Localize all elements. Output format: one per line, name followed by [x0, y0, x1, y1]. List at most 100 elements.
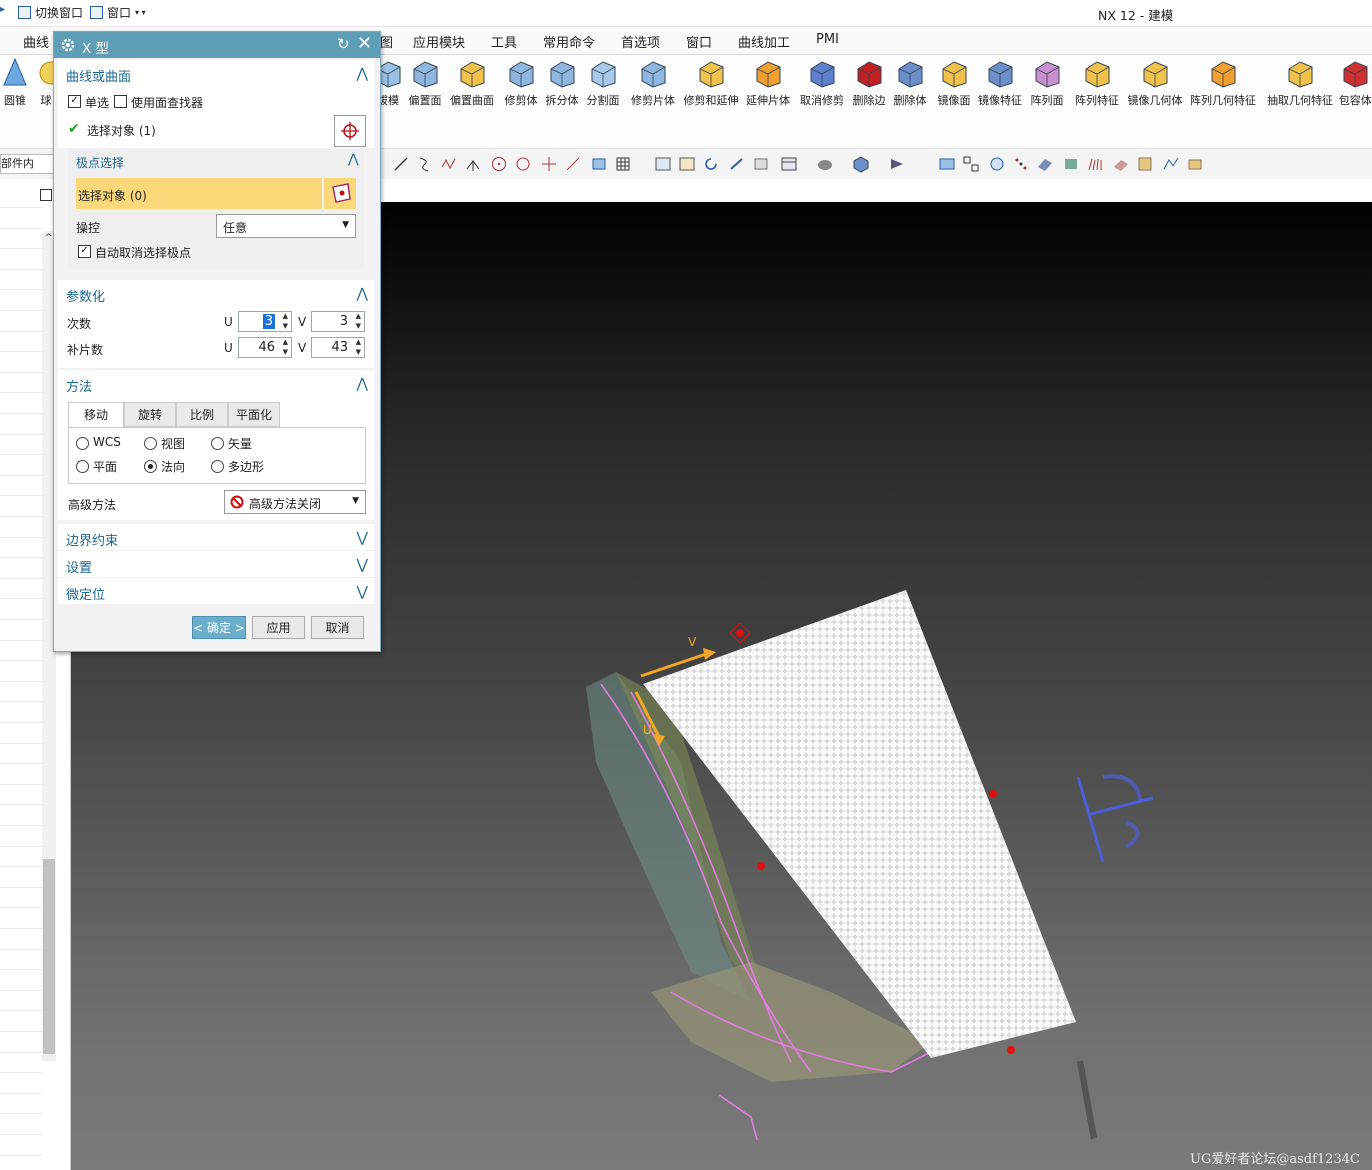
tab-rotate[interactable]: 旋转	[124, 402, 176, 427]
scroll-up-icon[interactable]: ^	[45, 233, 53, 243]
spline-icon[interactable]	[440, 155, 458, 173]
plus-point-icon[interactable]	[540, 155, 558, 173]
menu-item-app-modules[interactable]: 应用模块	[413, 32, 465, 51]
spinner-arrows-icon[interactable]: ▲ ▼	[283, 337, 288, 357]
layout-icon[interactable]	[962, 155, 980, 173]
menu-item-preferences[interactable]: 首选项	[621, 32, 660, 51]
surface-analysis-icon[interactable]	[1036, 155, 1054, 173]
arc-icon[interactable]	[416, 155, 434, 173]
cone-button[interactable]: 圆锥	[2, 57, 28, 108]
tab-scale[interactable]: 比例	[176, 402, 228, 427]
menu-item-curve-machining[interactable]: 曲线加工	[738, 32, 790, 51]
manipulator-rotate-ring[interactable]	[1124, 820, 1140, 849]
surface-icon[interactable]	[590, 155, 608, 173]
menu-item-tools[interactable]: 工具	[491, 32, 517, 51]
maximize-icon[interactable]	[40, 189, 52, 201]
section-fine-positioning-header[interactable]: 微定位 ⋁	[58, 578, 374, 604]
rotate-icon[interactable]	[702, 155, 720, 173]
bounding-body-button[interactable]: 包容体	[1339, 57, 1372, 108]
perspective-icon[interactable]	[752, 155, 770, 173]
collapse-chevron-icon[interactable]: ⋀	[357, 286, 368, 302]
degree-v-spinner[interactable]: 3 ▲ ▼	[311, 311, 365, 332]
close-icon[interactable]: ✕	[357, 33, 372, 54]
mirror-geometry-button[interactable]: 镜像几何体	[1126, 57, 1185, 108]
navigator-scroll-thumb[interactable]	[43, 859, 55, 1054]
manipulator-axis[interactable]	[1076, 776, 1105, 863]
select-object-button[interactable]	[334, 115, 366, 147]
spinner-arrows-icon[interactable]: ▲ ▼	[356, 311, 361, 331]
reset-icon[interactable]: ↻	[337, 35, 350, 53]
section-boundary-constraints-header[interactable]: 边界约束 ⋁	[58, 524, 374, 550]
manipulator-axis[interactable]	[1090, 796, 1154, 816]
mirror-face-button[interactable]: 镜像面	[936, 57, 973, 108]
window-menu-button[interactable]: 窗口 ▾ ▾	[90, 4, 146, 21]
measure-icon[interactable]	[1186, 155, 1204, 173]
auto-deselect-checkbox[interactable]: ✓	[78, 245, 91, 258]
select-pole-button[interactable]	[324, 178, 356, 209]
edge-display-icon[interactable]	[816, 155, 834, 173]
quick-access-arrow[interactable]: ▸	[0, 4, 5, 15]
offset-face-button[interactable]: 偏置面	[407, 57, 444, 108]
menu-item-curve[interactable]: 曲线	[23, 32, 49, 51]
select-pole-row[interactable]: 选择对象 (0)	[76, 178, 322, 209]
untrim-button[interactable]: 取消修剪	[798, 57, 846, 108]
visibility-icon[interactable]	[888, 155, 906, 173]
ok-button[interactable]: < 确定 >	[192, 616, 246, 639]
zebra-icon[interactable]	[1062, 155, 1080, 173]
switch-window-button[interactable]: 切换窗口	[18, 4, 83, 21]
spinner-arrows-icon[interactable]: ▲ ▼	[356, 337, 361, 357]
tab-planarize[interactable]: 平面化	[228, 402, 280, 427]
comb-icon[interactable]	[1086, 155, 1104, 173]
render-style-icon[interactable]	[780, 155, 798, 173]
sphere-button[interactable]: 球	[38, 57, 54, 108]
collapse-chevron-icon[interactable]: ⋀	[357, 66, 368, 82]
section-icon[interactable]	[1136, 155, 1154, 173]
patches-u-spinner[interactable]: 46 ▲ ▼	[238, 337, 292, 358]
select-object-label[interactable]: 选择对象 (1)	[87, 122, 156, 139]
radio-plane[interactable]	[76, 460, 89, 473]
manipulate-dropdown[interactable]: 任意 ▼	[216, 214, 356, 238]
fit-view-icon[interactable]	[654, 155, 672, 173]
trim-body-button[interactable]: 修剪体	[503, 57, 540, 108]
pattern-geometry-button[interactable]: 阵列几何特征	[1188, 57, 1258, 108]
extract-geometry-button[interactable]: 抽取几何特征	[1265, 57, 1335, 108]
radio-vector[interactable]	[211, 437, 224, 450]
dialog-title-bar[interactable]: X 型 ↻ ✕	[54, 32, 380, 58]
menu-item-pmi[interactable]: PMI	[816, 32, 839, 47]
offset-surface-button[interactable]: 偏置曲面	[448, 57, 496, 108]
section-settings-header[interactable]: 设置 ⋁	[58, 551, 374, 577]
pole-handle[interactable]	[757, 862, 765, 870]
section-method-header[interactable]: 方法 ⋀	[58, 370, 374, 396]
menu-item-view[interactable]: 图	[380, 32, 393, 51]
snap-icon[interactable]	[988, 155, 1006, 173]
apply-button[interactable]: 应用	[252, 616, 305, 639]
radio-polygon[interactable]	[211, 460, 224, 473]
circle-point-icon[interactable]	[514, 155, 532, 173]
degree-u-spinner[interactable]: 3 ▲ ▼	[238, 311, 292, 332]
collapse-chevron-icon[interactable]: ⋀	[357, 376, 368, 392]
cancel-button[interactable]: 取消	[311, 616, 364, 639]
circle-icon[interactable]	[490, 155, 508, 173]
single-select-checkbox[interactable]: ✓	[68, 95, 81, 108]
zoom-icon[interactable]	[678, 155, 696, 173]
line-icon[interactable]	[392, 155, 410, 173]
radio-wcs[interactable]	[76, 437, 89, 450]
mirror-feature-button[interactable]: 镜像特征	[976, 57, 1024, 108]
patches-v-spinner[interactable]: 43 ▲ ▼	[311, 337, 365, 358]
use-face-finder-checkbox[interactable]	[114, 95, 127, 108]
point-line-icon[interactable]	[464, 155, 482, 173]
collapse-chevron-icon[interactable]: ⋀	[348, 152, 359, 167]
grid-icon[interactable]	[614, 155, 632, 173]
points-icon[interactable]	[1012, 155, 1030, 173]
pole-handle[interactable]	[989, 790, 997, 798]
radio-view[interactable]	[144, 437, 157, 450]
layer-icon[interactable]	[938, 155, 956, 173]
tab-move[interactable]: 移动	[68, 402, 124, 427]
trim-sheet-button[interactable]: 修剪片体	[629, 57, 677, 108]
section-curve-surface-header[interactable]: 曲线或曲面 ⋀	[58, 60, 374, 86]
deviation-icon[interactable]	[1112, 155, 1130, 173]
delete-edge-button[interactable]: 删除边	[851, 57, 888, 108]
menu-item-common-commands[interactable]: 常用命令	[543, 32, 595, 51]
delete-body-button[interactable]: 删除体	[892, 57, 929, 108]
pan-icon[interactable]	[728, 155, 746, 173]
